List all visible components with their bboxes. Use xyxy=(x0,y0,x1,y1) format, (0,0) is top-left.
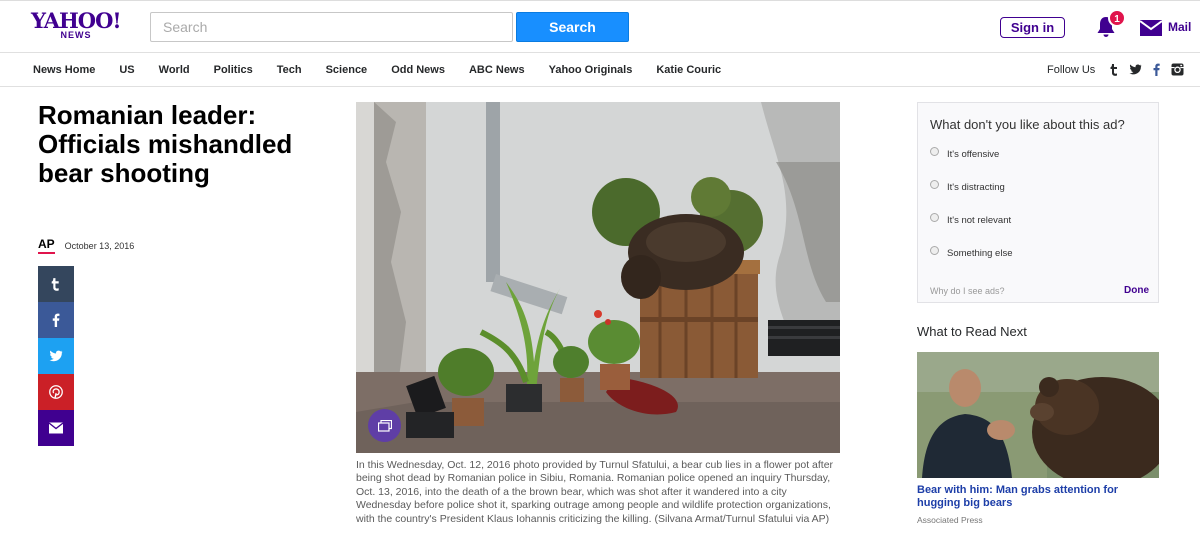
ad-option-not-relevant[interactable]: It's not relevant xyxy=(930,213,1012,226)
ad-option-offensive[interactable]: It's offensive xyxy=(930,147,1000,160)
nav-item-world[interactable]: World xyxy=(159,64,190,76)
read-next-source: Associated Press xyxy=(917,515,983,525)
article-headline: Romanian leader: Officials mishandled be… xyxy=(38,100,293,188)
byline: AP October 13, 2016 xyxy=(38,237,134,254)
publish-date: October 13, 2016 xyxy=(64,240,135,251)
nav-items: News Home US World Politics Tech Science… xyxy=(33,53,745,86)
ad-option-something-else[interactable]: Something else xyxy=(930,246,1013,259)
nav-item-news-home[interactable]: News Home xyxy=(33,64,95,76)
nav-item-tech[interactable]: Tech xyxy=(277,64,302,76)
twitter-icon xyxy=(49,350,63,362)
radio-button[interactable] xyxy=(930,213,939,222)
lead-photo[interactable] xyxy=(356,102,840,453)
ad-feedback-panel: What don't you like about this ad? It's … xyxy=(917,102,1159,303)
notification-badge: 1 xyxy=(1108,9,1126,27)
sign-in-button[interactable]: Sign in xyxy=(1000,17,1065,38)
tumblr-icon[interactable] xyxy=(1108,63,1121,76)
mail-label: Mail xyxy=(1168,20,1192,34)
radio-button[interactable] xyxy=(930,147,939,156)
logo-brand: YAHOO! xyxy=(31,8,122,33)
ad-option-label: It's offensive xyxy=(947,149,1000,160)
ad-option-distracting[interactable]: It's distracting xyxy=(930,180,1005,193)
yahoo-news-logo[interactable]: YAHOO! NEWS xyxy=(31,8,122,40)
photo-caption: In this Wednesday, Oct. 12, 2016 photo p… xyxy=(356,459,834,525)
ad-option-label: It's not relevant xyxy=(947,215,1012,226)
nav-item-abc-news[interactable]: ABC News xyxy=(469,64,525,76)
radio-button[interactable] xyxy=(930,180,939,189)
ad-feedback-title: What don't you like about this ad? xyxy=(930,117,1125,132)
read-next-image[interactable] xyxy=(917,352,1159,478)
nav-item-odd-news[interactable]: Odd News xyxy=(391,64,445,76)
share-email-button[interactable] xyxy=(38,410,74,446)
follow-us-label: Follow Us xyxy=(1047,63,1096,76)
nav-item-yahoo-originals[interactable]: Yahoo Originals xyxy=(549,64,633,76)
share-tumblr-button[interactable] xyxy=(38,266,74,302)
gallery-icon xyxy=(377,419,392,432)
twitter-icon[interactable] xyxy=(1129,63,1142,76)
ap-logo[interactable]: AP xyxy=(38,237,55,254)
mail-link[interactable]: Mail xyxy=(1140,18,1191,36)
nav-item-science[interactable]: Science xyxy=(326,64,368,76)
pinterest-icon xyxy=(49,385,63,399)
read-next-title: What to Read Next xyxy=(917,324,1027,339)
read-next-headline[interactable]: Bear with him: Man grabs attention for h… xyxy=(917,484,1159,510)
share-pinterest-button[interactable] xyxy=(38,374,74,410)
nav-item-us[interactable]: US xyxy=(119,64,134,76)
nav-item-katie-couric[interactable]: Katie Couric xyxy=(656,64,721,76)
facebook-icon[interactable] xyxy=(1150,63,1163,76)
mail-icon xyxy=(1140,20,1162,36)
nav-bar: News Home US World Politics Tech Science… xyxy=(0,52,1200,87)
email-icon xyxy=(49,422,63,434)
follow-us: Follow Us xyxy=(1047,53,1192,86)
nav-item-politics[interactable]: Politics xyxy=(214,64,253,76)
done-button[interactable]: Done xyxy=(1124,285,1149,296)
search-input[interactable] xyxy=(150,12,513,42)
share-bar xyxy=(38,266,74,446)
tumblr-icon xyxy=(51,278,59,291)
search-button[interactable]: Search xyxy=(516,12,629,42)
gallery-button[interactable] xyxy=(368,409,401,442)
share-facebook-button[interactable] xyxy=(38,302,74,338)
share-twitter-button[interactable] xyxy=(38,338,74,374)
ad-option-label: It's distracting xyxy=(947,182,1005,193)
ad-option-label: Something else xyxy=(947,248,1013,259)
facebook-icon xyxy=(52,313,60,327)
instagram-icon[interactable] xyxy=(1171,63,1184,76)
why-ads-link[interactable]: Why do I see ads? xyxy=(930,286,1005,296)
top-header: YAHOO! NEWS Search Sign in 1 Mail xyxy=(0,0,1200,52)
radio-button[interactable] xyxy=(930,246,939,255)
